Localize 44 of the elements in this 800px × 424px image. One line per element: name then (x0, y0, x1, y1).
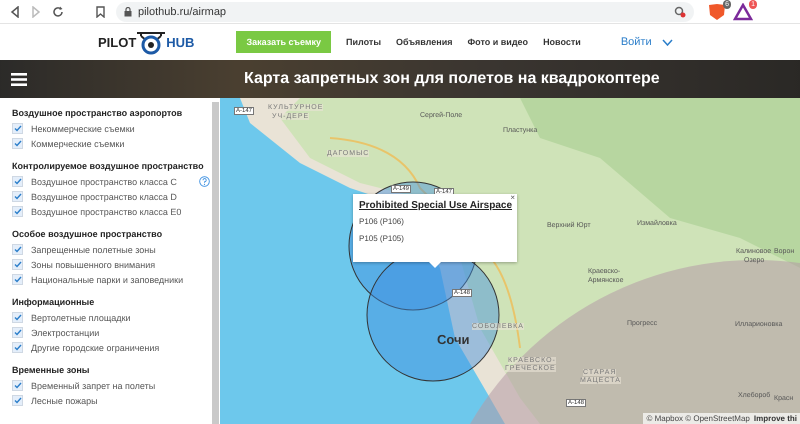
popup-title-link[interactable]: Prohibited Special Use Airspace (359, 200, 511, 211)
help-icon[interactable] (198, 176, 210, 187)
lock-icon (124, 6, 132, 16)
group-heading: Информационные (12, 297, 94, 307)
group-heading: Воздушное пространство аэропортов (12, 108, 182, 118)
popup-line: P105 (P105) (359, 234, 405, 243)
nav-link[interactable]: Пилоты (346, 37, 381, 47)
group-heading: Временные зоны (12, 365, 90, 375)
layer-checkbox[interactable]: Временный запрет на полеты (12, 380, 156, 391)
layer-checkbox[interactable]: Национальные парки и заповедники (12, 274, 184, 285)
group-heading: Особое воздушное пространство (12, 229, 162, 239)
address-bar[interactable]: pilothub.ru/airmap (116, 2, 694, 22)
bookmark-icon[interactable] (96, 6, 105, 18)
nav-link[interactable]: Новости (543, 37, 581, 47)
layer-checkbox[interactable]: Воздушное пространство класса E0 (12, 206, 182, 217)
place-label: Сочи (437, 333, 470, 346)
reload-icon[interactable] (52, 6, 64, 18)
chevron-down-icon[interactable] (662, 38, 673, 46)
layer-checkbox[interactable]: Лесные пожары (12, 395, 98, 406)
popup-line: P106 (P106) (359, 217, 405, 226)
url-text: pilothub.ru/airmap (138, 6, 226, 18)
layer-checkbox[interactable]: Коммерческие съемки (12, 138, 124, 149)
page-title: Карта запретных зон для полетов на квадрокоптере (244, 70, 660, 88)
layer-checkbox[interactable]: Воздушное пространство класса C (12, 176, 177, 187)
layer-checkbox[interactable]: Воздушное пространство класса D (12, 191, 177, 202)
triangle-icon[interactable] (733, 2, 753, 20)
layer-checkbox[interactable]: Некоммерческие съемки (12, 123, 135, 134)
close-button[interactable]: × (510, 194, 515, 202)
login-link[interactable]: Войти (620, 36, 652, 48)
layer-checkbox[interactable]: Вертолетные площадки (12, 312, 131, 323)
layer-checkbox[interactable]: Электростанции (12, 327, 100, 338)
scrollbar[interactable] (212, 102, 219, 424)
attribution-text: © Mapbox © OpenStreetMap (646, 414, 750, 423)
menu-icon[interactable] (11, 72, 27, 86)
group-heading: Контролируемое воздушное пространство (12, 161, 204, 171)
layer-checkbox[interactable]: Другие городские ограничения (12, 342, 160, 353)
layer-checkbox[interactable]: Зоны повышенного внимания (12, 259, 156, 270)
improve-link[interactable]: Improve thi (754, 414, 797, 423)
back-icon[interactable] (10, 6, 20, 18)
nav-link[interactable]: Фото и видео (468, 37, 528, 47)
nav-link[interactable]: Объявления (396, 37, 452, 47)
logo[interactable]: PILOT HUB (98, 29, 194, 55)
shield-icon[interactable] (707, 2, 727, 20)
layer-checkbox[interactable]: Запрещенные полетные зоны (12, 244, 156, 255)
